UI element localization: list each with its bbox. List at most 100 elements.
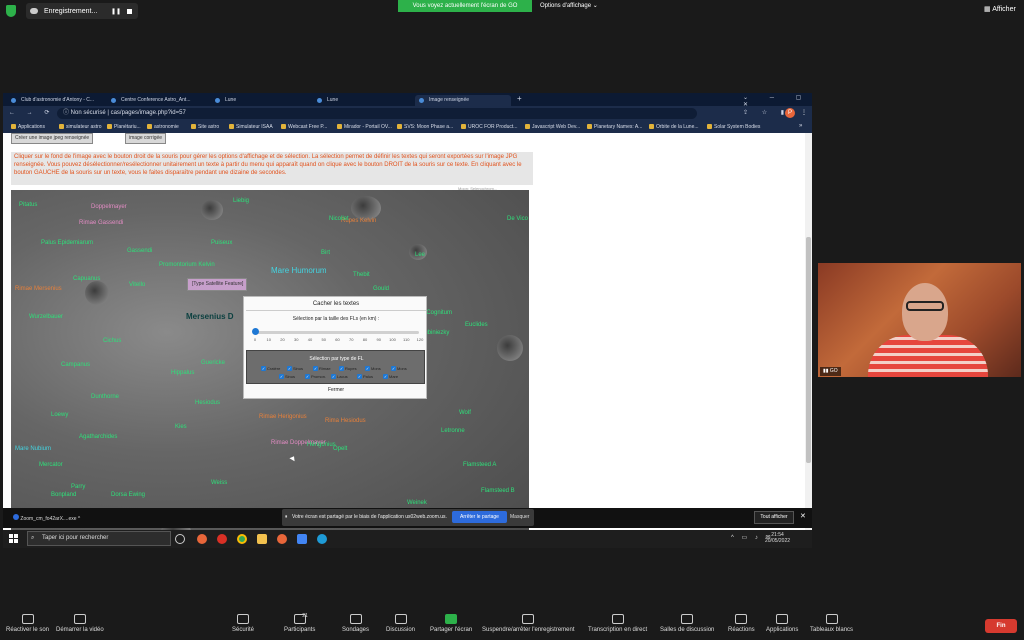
moon-feature-label[interactable]: Flamsteed A xyxy=(463,462,496,468)
bookmark-item[interactable]: simulateur astro xyxy=(59,124,102,130)
moon-feature-label[interactable]: Mare Nubium xyxy=(15,446,51,452)
windows-start-icon[interactable] xyxy=(9,534,18,543)
toolbar-shield-button[interactable]: Sécurité xyxy=(232,614,254,633)
moon-feature-label[interactable]: Vitello xyxy=(129,282,145,288)
pause-icon[interactable]: ❚❚ xyxy=(111,8,121,15)
stop-sharing-button[interactable]: Arrêter le partage xyxy=(452,511,507,523)
moon-feature-label[interactable]: Flamsteed B xyxy=(481,488,515,494)
menu-icon[interactable]: ⋮ xyxy=(801,109,807,116)
bookmark-item[interactable]: Site astro xyxy=(191,124,219,130)
type-checkbox[interactable]: ✓ Palus xyxy=(357,374,373,379)
chevron-up-icon[interactable]: ^ xyxy=(78,516,80,522)
moon-feature-label[interactable]: Dunthorne xyxy=(91,394,119,400)
moon-feature-label[interactable]: Loewy xyxy=(51,412,68,418)
moon-feature-label[interactable]: Promontorium Kelvin xyxy=(159,262,215,268)
moon-feature-label[interactable]: Agatharchides xyxy=(79,434,117,440)
moon-feature-label[interactable]: Thebit xyxy=(353,272,370,278)
scrollbar-thumb[interactable] xyxy=(806,237,811,463)
bookmark-item[interactable]: Planétariu... xyxy=(107,124,141,130)
toolbar-whiteboard-button[interactable]: Tableaux blancs xyxy=(810,614,853,633)
size-slider-track[interactable] xyxy=(254,331,419,334)
create-jpeg-button[interactable]: Créer une image jpeg renseignée xyxy=(11,133,94,144)
app-icon[interactable] xyxy=(297,534,307,544)
shield-icon[interactable] xyxy=(6,5,16,17)
browser-tab[interactable]: Lune xyxy=(211,95,307,106)
moon-feature-label[interactable]: Dorsa Ewing xyxy=(111,492,145,498)
edge-icon[interactable] xyxy=(317,534,327,544)
new-tab-button[interactable]: + xyxy=(517,94,522,103)
firefox-icon[interactable] xyxy=(197,534,207,544)
bookmark-item[interactable]: Webcast Free P... xyxy=(281,124,327,130)
page-scrollbar[interactable] xyxy=(805,133,812,546)
corrected-image-button[interactable]: image corrigée xyxy=(125,133,167,144)
moon-feature-label[interactable]: De Vico xyxy=(507,216,528,222)
moon-feature-label[interactable]: Kies xyxy=(175,424,187,430)
bookmark-item[interactable]: Mirador - Portail OV... xyxy=(337,124,392,130)
moon-feature-label[interactable]: Hesiodus xyxy=(195,400,220,406)
moon-feature-label[interactable]: Weiss xyxy=(211,480,227,486)
moon-feature-label[interactable]: Doppelmayer xyxy=(91,204,127,210)
close-icon[interactable]: ✕ xyxy=(800,512,806,520)
taskbar-clock[interactable]: 21:54 20/05/2022 xyxy=(765,532,790,544)
type-checkbox[interactable]: ✓ Mons xyxy=(391,366,407,371)
moon-feature-label[interactable]: Gould xyxy=(373,286,389,292)
moon-feature-label[interactable]: Mare Humorum xyxy=(271,266,327,275)
close-dialog-button[interactable]: Fermer xyxy=(244,387,428,393)
type-checkbox[interactable]: ✓ Mare xyxy=(383,374,398,379)
url-field[interactable]: ⓘ Non sécurisé | cas/pages/image.php?id=… xyxy=(57,108,697,119)
bookmark-item[interactable]: Applications xyxy=(11,124,45,130)
toolbar-breakout-button[interactable]: Salles de discussion xyxy=(660,614,714,633)
toolbar-video-off-button[interactable]: Démarrer la vidéo xyxy=(56,614,104,633)
view-options-button[interactable]: Options d'affichage ⌄ xyxy=(540,0,620,12)
toolbar-cc-button[interactable]: Transcription en direct xyxy=(588,614,647,633)
moon-feature-label[interactable]: Puiseux xyxy=(211,240,232,246)
firefox-icon[interactable] xyxy=(277,534,287,544)
browser-tab[interactable]: Club d'astronomie d'Antony - C... xyxy=(7,95,103,106)
moon-feature-label[interactable]: Palus Epidemiarum xyxy=(41,240,93,246)
moon-feature-label[interactable]: Lee xyxy=(415,252,425,258)
pause-share-icon[interactable]: ⏸ xyxy=(285,514,288,520)
download-item[interactable]: Zoom_cm_fo42arX....exe ^ xyxy=(13,514,80,522)
size-slider-handle[interactable] xyxy=(252,328,259,335)
toolbar-share-screen-button[interactable]: Partager l'écran xyxy=(430,614,472,633)
moon-feature-label[interactable]: Capuanus xyxy=(73,276,100,282)
hide-notification-button[interactable]: Masquer xyxy=(510,514,529,520)
moon-feature-label[interactable]: Pitatus xyxy=(19,202,37,208)
toolbar-participants-button[interactable]: 21 Participants xyxy=(284,613,315,633)
type-checkbox[interactable]: ✓ Rupes xyxy=(339,366,357,371)
moon-feature-label[interactable]: Rima Hesiodus xyxy=(325,418,366,424)
type-checkbox[interactable]: ✓ Rimae xyxy=(313,366,331,371)
moon-feature-label[interactable]: Campanus xyxy=(61,362,90,368)
moon-feature-label[interactable]: Liebig xyxy=(233,198,249,204)
type-checkbox[interactable]: ✓ Sinus xyxy=(279,374,295,379)
type-checkbox[interactable]: ✓ Cratère xyxy=(261,366,280,371)
show-all-button[interactable]: Tout afficher xyxy=(754,511,794,524)
moon-feature-label[interactable]: Bonpland xyxy=(51,492,76,498)
moon-feature-label[interactable]: Rimae Herigonius xyxy=(259,414,307,420)
toolbar-icons[interactable]: ⇪ ☆ ▮ xyxy=(743,109,790,116)
bookmark-item[interactable]: astronomie xyxy=(147,124,179,130)
type-checkbox[interactable]: ✓ Sinus xyxy=(287,366,303,371)
moon-feature-label[interactable]: Herigonius xyxy=(307,442,336,448)
more-bookmarks[interactable]: » xyxy=(799,123,802,129)
moon-feature-label[interactable]: Euclides xyxy=(465,322,488,328)
bookmark-item[interactable]: SVS: Moon Phase a... xyxy=(397,124,453,130)
opera-icon[interactable] xyxy=(217,534,227,544)
bookmark-item[interactable]: Planetary Names: A... xyxy=(587,124,642,130)
moon-feature-label[interactable]: Wurzelbauer xyxy=(29,314,63,320)
show-panel-button[interactable]: ▦ Afficher xyxy=(984,5,1016,13)
moon-feature-label[interactable]: Parry xyxy=(71,484,85,490)
toolbar-apps-button[interactable]: Applications xyxy=(766,614,798,633)
chrome-icon[interactable] xyxy=(237,534,247,544)
type-checkbox[interactable]: ✓ Mons xyxy=(365,366,381,371)
moon-feature-label[interactable]: Rimae Gassendi xyxy=(79,220,123,226)
bookmark-item[interactable]: Orbite de la Lune... xyxy=(649,124,699,130)
bookmark-item[interactable]: Solar System Bodies xyxy=(707,124,760,130)
toolbar-poll-button[interactable]: Sondages xyxy=(342,614,369,633)
bookmark-item[interactable]: UROC FOR Product... xyxy=(461,124,517,130)
moon-feature-label[interactable]: Weinek xyxy=(407,500,427,506)
task-view-icon[interactable] xyxy=(175,534,185,544)
webcam-video[interactable]: ▮▮ GO xyxy=(818,263,1021,377)
end-meeting-button[interactable]: Fin xyxy=(985,619,1017,633)
moon-feature-label[interactable]: Nicollet xyxy=(329,216,349,222)
